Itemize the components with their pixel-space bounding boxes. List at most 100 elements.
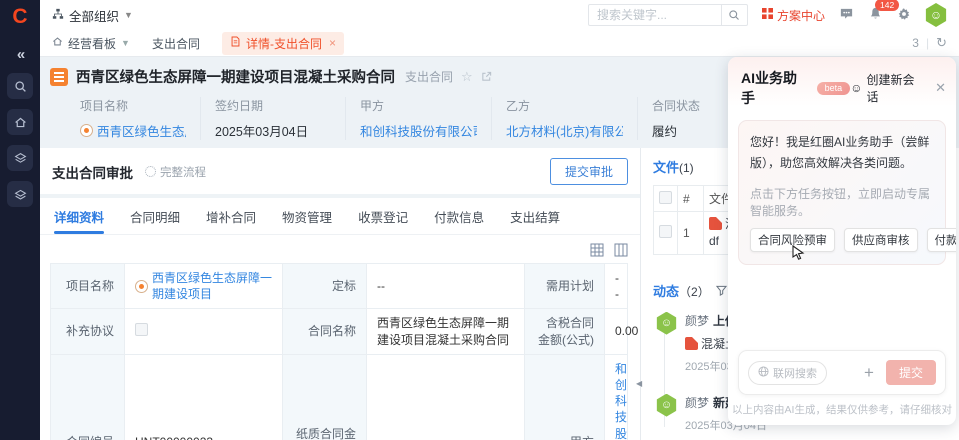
- settings-button[interactable]: [897, 7, 911, 24]
- sidebar-apps-button[interactable]: [7, 145, 33, 171]
- notification-badge: 142: [875, 0, 899, 11]
- table-row: 项目名称 西青区绿色生态屏障一期建设项目 定标 -- 需用计划 --: [51, 264, 628, 309]
- ai-assistant-panel: AI业务助手 beta ☺ 创建新会话 ✕ 您好！我是红圈AI业务助手（尝鲜版）…: [728, 57, 956, 425]
- user-avatar: ☺: [656, 312, 677, 335]
- submit-approval-button[interactable]: 提交审批: [550, 158, 628, 185]
- refresh-icon[interactable]: ↻: [936, 35, 947, 51]
- tab-settlement[interactable]: 支出结算: [510, 207, 560, 234]
- layers-icon: [14, 152, 27, 165]
- field-party-a: 甲方 和创科技股份有限公司: [345, 97, 491, 140]
- solution-center-label: 方案中心: [777, 7, 825, 24]
- workspace-tabbar: 经营看板 ▼ 支出合同 详情-支出合同 × 3 | ↻: [40, 30, 959, 57]
- table-row: 补充协议 合同名称 西青区绿色生态屏障一期建设项目混凝土采购合同 含税合同金额(…: [51, 309, 628, 354]
- project-icon: [135, 280, 148, 293]
- field-sign-date: 签约日期 2025年03月04日: [200, 97, 345, 140]
- user-avatar[interactable]: ☺: [925, 3, 947, 27]
- external-link-icon[interactable]: [481, 71, 492, 82]
- ai-submit-button[interactable]: 提交: [886, 360, 936, 385]
- ai-disclaimer: 以上内容由AI生成，结果仅供参考，请仔细核对: [728, 395, 956, 425]
- rail-collapse-handle[interactable]: ◀: [636, 379, 642, 388]
- grid-icon: [762, 8, 773, 22]
- tab-contract-detail[interactable]: 详情-支出合同 ×: [222, 32, 344, 55]
- home-icon: [52, 36, 63, 50]
- global-search: [588, 4, 748, 26]
- file-checkbox[interactable]: [659, 225, 672, 238]
- tab-expense-contract[interactable]: 支出合同: [152, 35, 200, 52]
- contract-detail-panel: 支出合同审批 完整流程 提交审批 详细资料 合同明细 增补合同 物资管理 收票登…: [40, 148, 640, 440]
- full-flow-link[interactable]: 完整流程: [145, 164, 206, 180]
- party-b-link[interactable]: 北方材料(北京)有限公司廊坊...: [506, 121, 623, 140]
- new-session-button[interactable]: ☺ 创建新会话: [850, 71, 926, 105]
- filter-icon[interactable]: [716, 285, 727, 296]
- project-link[interactable]: 西青区绿色生态屏障一...: [97, 121, 186, 140]
- task-supplier-audit-button[interactable]: 供应商审核: [844, 228, 918, 252]
- field-party-b: 乙方 北方材料(北京)有限公司廊坊...: [491, 97, 637, 140]
- user-avatar: ☺: [656, 394, 677, 417]
- table-row: 合同编号 HNT00000023 纸质合同金额(元) -- 甲方 和创科技股份有…: [51, 354, 628, 440]
- brand-logo: C: [0, 0, 40, 34]
- ai-panel-title: AI业务助手: [741, 68, 811, 108]
- chevron-down-icon: ▼: [124, 10, 133, 20]
- search-input[interactable]: [589, 8, 721, 22]
- tab-contract-items[interactable]: 合同明细: [130, 207, 180, 234]
- supplement-checkbox[interactable]: [135, 323, 148, 336]
- home-icon: [14, 116, 27, 129]
- task-payment-check-button[interactable]: 付款信息比对: [927, 228, 957, 252]
- gear-icon: [897, 7, 911, 24]
- page-title: 西青区绿色生态屏障一期建设项目混凝土采购合同: [76, 66, 395, 87]
- select-all-checkbox[interactable]: [659, 191, 672, 204]
- chevron-down-icon: ▼: [121, 38, 130, 48]
- ai-input-bar: 联网搜索 + 提交: [738, 350, 946, 395]
- project-link[interactable]: 西青区绿色生态屏障一期建设项目: [152, 270, 272, 302]
- sidebar-home-button[interactable]: [7, 109, 33, 135]
- sidebar-modules-button[interactable]: [7, 181, 33, 207]
- tab-detail-info[interactable]: 详细资料: [54, 207, 104, 234]
- ai-hint: 点击下方任务按钮，立即启动专属智能服务。: [750, 185, 934, 219]
- flow-ring-icon: [145, 166, 156, 177]
- pdf-icon: [685, 337, 698, 350]
- beta-badge: beta: [817, 82, 851, 95]
- solution-center-link[interactable]: 方案中心: [762, 7, 825, 24]
- messages-button[interactable]: [839, 6, 854, 24]
- attach-plus-icon[interactable]: +: [864, 364, 874, 381]
- globe-icon: [758, 366, 769, 380]
- close-icon[interactable]: ×: [329, 36, 336, 50]
- sidebar-search-button[interactable]: [7, 73, 33, 99]
- field-contract-status: 合同状态 履约: [637, 97, 727, 140]
- search-icon: [14, 80, 27, 93]
- table-toolbar: [40, 235, 640, 261]
- detail-tabs: 详细资料 合同明细 增补合同 物资管理 收票登记 付款信息 支出结算: [40, 198, 640, 235]
- columns-icon[interactable]: [614, 243, 628, 257]
- tab-materials[interactable]: 物资管理: [282, 207, 332, 234]
- star-icon[interactable]: ☆: [461, 69, 473, 85]
- close-icon[interactable]: ✕: [935, 80, 946, 96]
- org-selector[interactable]: 全部组织 ▼: [52, 6, 133, 25]
- sidebar-collapse-icon[interactable]: «: [17, 46, 23, 63]
- party-a-link[interactable]: 和创科技股份有限公司: [360, 121, 477, 140]
- approval-bar: 支出合同审批 完整流程 提交审批: [40, 148, 640, 198]
- tab-payments[interactable]: 付款信息: [434, 207, 484, 234]
- org-tree-icon: [52, 8, 64, 23]
- search-icon[interactable]: [721, 5, 747, 25]
- notifications-button[interactable]: 142: [868, 6, 883, 24]
- org-label: 全部组织: [69, 6, 119, 25]
- status-value: 履约: [652, 121, 713, 140]
- party-a-link[interactable]: 和创科技股份有限公司: [615, 362, 627, 440]
- task-contract-risk-button[interactable]: 合同风险预审: [750, 228, 835, 252]
- tab-dashboard[interactable]: 经营看板 ▼: [52, 35, 130, 52]
- tab-count: 3: [912, 36, 919, 50]
- tab-invoices[interactable]: 收票登记: [358, 207, 408, 234]
- left-sidebar: C «: [0, 0, 40, 440]
- approval-title: 支出合同审批: [52, 162, 133, 182]
- web-search-toggle[interactable]: 联网搜索: [748, 361, 827, 385]
- layers-icon: [14, 188, 27, 201]
- project-icon: [80, 124, 93, 137]
- app-root: C « 全部组织 ▼: [0, 0, 959, 440]
- top-bar: 全部组织 ▼ 方案中心 142: [40, 0, 959, 30]
- contract-doc-icon: [50, 68, 68, 86]
- tab-supplement[interactable]: 增补合同: [206, 207, 256, 234]
- smiley-icon: ☺: [850, 81, 862, 95]
- grid-view-icon[interactable]: [590, 243, 604, 257]
- field-project-name: 项目名称 西青区绿色生态屏障一...: [50, 97, 200, 140]
- ai-greeting: 您好！我是红圈AI业务助手（尝鲜版），助您高效解决各类问题。: [750, 132, 934, 174]
